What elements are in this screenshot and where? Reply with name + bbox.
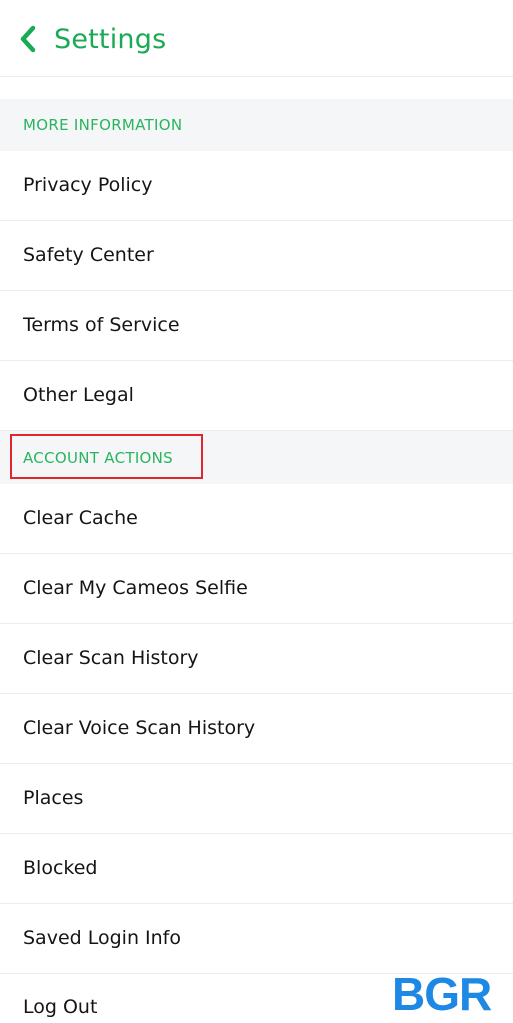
- settings-screen: Settings MORE INFORMATION Privacy Policy…: [0, 0, 513, 1023]
- settings-item-clear-cache[interactable]: Clear Cache: [0, 484, 513, 554]
- settings-item-label: Safety Center: [23, 244, 154, 266]
- settings-item-label: Places: [23, 787, 84, 809]
- settings-item-clear-voice-scan-history[interactable]: Clear Voice Scan History: [0, 694, 513, 764]
- header: Settings: [0, 0, 513, 77]
- back-button[interactable]: [14, 22, 44, 56]
- settings-item-clear-scan-history[interactable]: Clear Scan History: [0, 624, 513, 694]
- header-gap: [0, 77, 513, 99]
- settings-item-other-legal[interactable]: Other Legal: [0, 361, 513, 431]
- page-title: Settings: [54, 24, 167, 55]
- settings-item-label: Log Out: [23, 996, 98, 1018]
- settings-item-label: Clear Voice Scan History: [23, 717, 256, 739]
- settings-item-label: Terms of Service: [23, 314, 180, 336]
- svg-text:BGR: BGR: [392, 968, 492, 1016]
- settings-item-label: Privacy Policy: [23, 174, 153, 196]
- settings-item-safety-center[interactable]: Safety Center: [0, 221, 513, 291]
- settings-item-label: Clear My Cameos Selfie: [23, 577, 248, 599]
- section-label: MORE INFORMATION: [23, 116, 183, 134]
- settings-item-label: Clear Scan History: [23, 647, 199, 669]
- settings-item-saved-login-info[interactable]: Saved Login Info: [0, 904, 513, 974]
- settings-item-places[interactable]: Places: [0, 764, 513, 834]
- settings-item-label: Saved Login Info: [23, 927, 181, 949]
- settings-item-clear-cameos-selfie[interactable]: Clear My Cameos Selfie: [0, 554, 513, 624]
- section-header-more-information: MORE INFORMATION: [0, 99, 513, 151]
- chevron-left-icon: [20, 25, 36, 53]
- settings-item-label: Other Legal: [23, 384, 134, 406]
- highlight-annotation: [10, 434, 203, 479]
- bgr-watermark-logo: BGR: [392, 968, 493, 1016]
- settings-item-terms-of-service[interactable]: Terms of Service: [0, 291, 513, 361]
- settings-item-blocked[interactable]: Blocked: [0, 834, 513, 904]
- settings-item-privacy-policy[interactable]: Privacy Policy: [0, 151, 513, 221]
- settings-item-label: Clear Cache: [23, 507, 138, 529]
- settings-item-label: Blocked: [23, 857, 98, 879]
